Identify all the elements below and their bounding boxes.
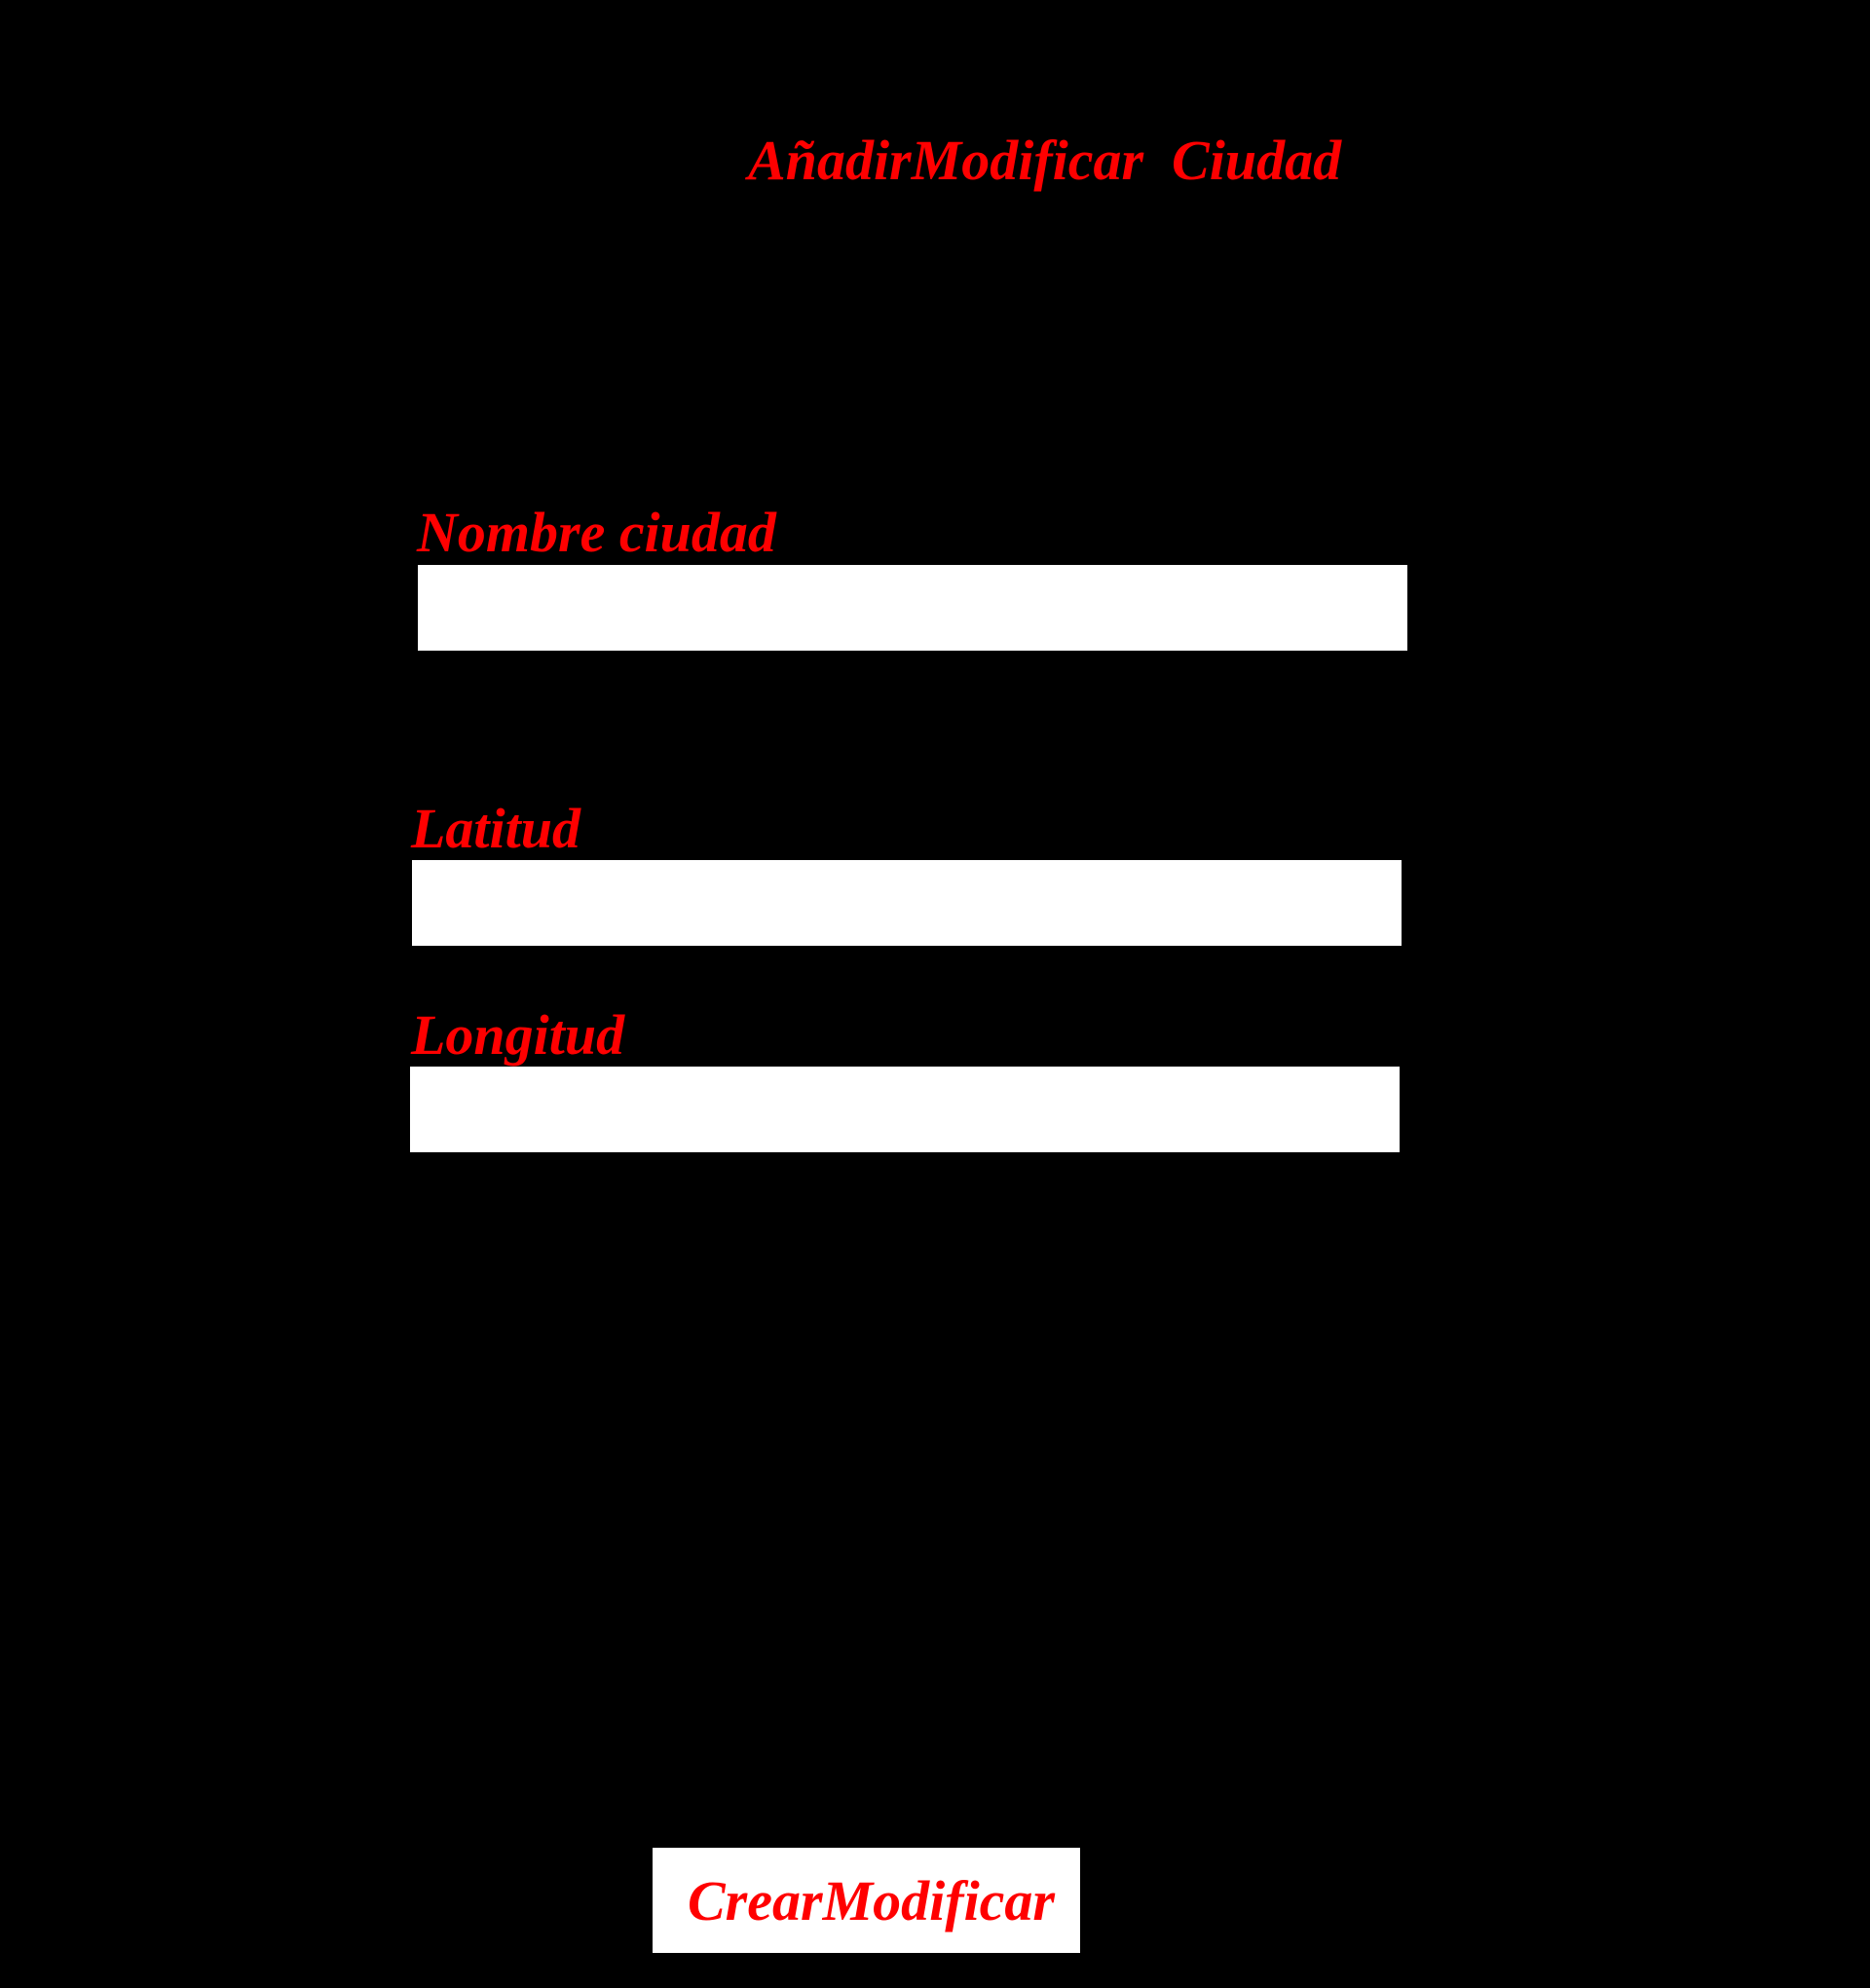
latitud-input[interactable] xyxy=(412,860,1402,946)
page-title: AñadirModificar Ciudad xyxy=(748,129,1342,192)
crear-modificar-button-label: CrearModificar xyxy=(688,1869,1055,1932)
longitud-input[interactable] xyxy=(410,1067,1400,1152)
longitud-label: Longitud xyxy=(411,1003,625,1067)
nombre-ciudad-label: Nombre ciudad xyxy=(417,501,776,564)
crear-modificar-button[interactable]: CrearModificar xyxy=(653,1848,1080,1953)
nombre-ciudad-input[interactable] xyxy=(418,565,1407,651)
latitud-label: Latitud xyxy=(411,797,581,860)
